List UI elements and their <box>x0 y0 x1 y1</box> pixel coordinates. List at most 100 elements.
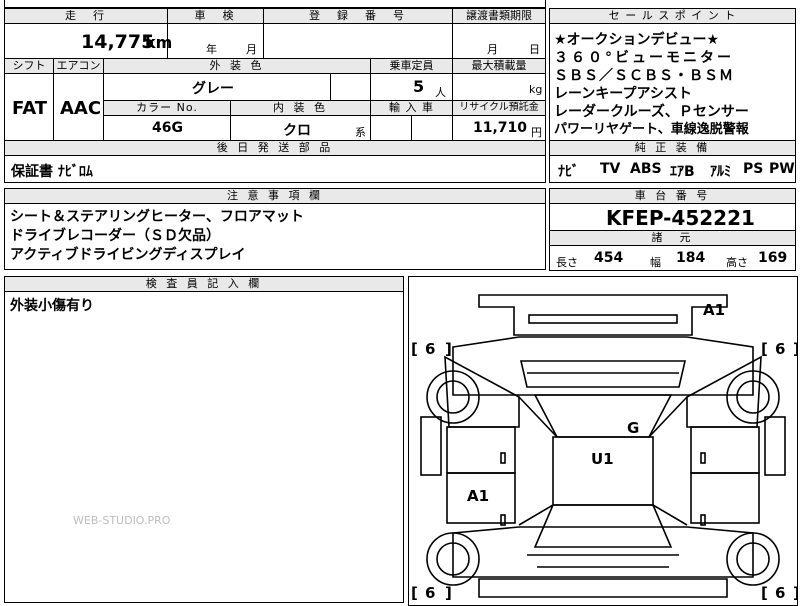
sales-point-item: ★オークションデビュー★ <box>554 32 720 48</box>
svg-text:]: ] <box>793 340 797 358</box>
top-strip <box>4 0 546 8</box>
equipment-navi: ﾅﾋﾞ <box>558 164 579 180</box>
interior-color-header: 内 装 色 <box>230 100 371 116</box>
color-no-cell: 46G <box>103 115 231 141</box>
exterior-color-header: 外 装 色 <box>103 58 371 74</box>
length-value: 454 <box>594 250 624 266</box>
interior-color-cell: クロ 系 <box>230 115 371 141</box>
equipment-alloy: ｱﾙﾐ <box>710 164 731 180</box>
svg-text:[: [ <box>411 340 418 358</box>
parts-cell: 保証書 ﾅﾋﾞﾛﾑ <box>4 155 546 183</box>
capacity-value: 5 <box>413 77 425 96</box>
transfer-day: 日 <box>529 43 540 56</box>
recycle-cell: 11,710 円 <box>452 115 546 141</box>
sales-point-item: ＳＢＳ／ＳＣＢＳ・ＢＳＭ <box>554 68 734 84</box>
notes-list: シート＆ステアリングヒーター、フロアマット ドライブレコーダー（ＳＤ欠品） アク… <box>10 208 304 265</box>
recycle-unit: 円 <box>531 126 542 139</box>
recycle-value: 11,710 <box>473 120 528 136</box>
sales-points-header: セ ー ル ス ポ イ ン ト <box>549 8 796 24</box>
transfer-deadline-cell: 月 日 <box>452 23 546 59</box>
damage-mark-rear-right: A1 <box>703 301 725 319</box>
capacity-cell: 5 人 <box>370 73 453 101</box>
sales-point-item: レーンキープアシスト <box>554 86 692 102</box>
inspector-header: 検 査 員 記 入 欄 <box>4 276 404 292</box>
svg-text:]: ] <box>793 584 797 602</box>
svg-text:[: [ <box>761 584 768 602</box>
svg-text:[: [ <box>761 340 768 358</box>
width-value: 184 <box>676 250 706 266</box>
registration-header: 登 録 番 号 <box>263 8 453 24</box>
aircon-cell: AAC <box>53 73 104 141</box>
sales-points-cell: ★オークションデビュー★ ３６０°ビューモニター ＳＢＳ／ＳＣＢＳ・ＢＳＭ レー… <box>549 23 796 141</box>
inspection-header: 車 検 <box>167 8 264 24</box>
tire-label-front-right: 6 <box>775 584 785 602</box>
equipment-abs: ABS <box>630 161 662 177</box>
sales-point-item: パワーリヤゲート、車線逸脱警報 <box>554 122 749 137</box>
factory-equipment-cell: ﾅﾋﾞ TV ABS ｴｱB ｱﾙﾐ PS PW <box>549 155 796 183</box>
sales-points-list: ★オークションデビュー★ ３６０°ビューモニター ＳＢＳ／ＳＣＢＳ・ＢＳＭ レー… <box>554 31 749 139</box>
inspection-year: 年 <box>206 43 217 56</box>
import-cell-a <box>370 115 412 141</box>
color-no-header: カラー No. <box>103 100 231 116</box>
interior-color-value: クロ <box>283 123 311 139</box>
note-line: シート＆ステアリングヒーター、フロアマット <box>10 209 304 225</box>
max-load-unit: kg <box>529 83 543 96</box>
chassis-cell: KFEP-452221 <box>549 203 796 231</box>
vehicle-diagram: [ 6 ] [ 6 ] [ 6 ] [ 6 ] A1 G U1 A1 <box>411 294 797 602</box>
shift-header: シフト <box>4 58 54 74</box>
import-header: 輸 入 車 <box>370 100 453 116</box>
parts-value: 保証書 ﾅﾋﾞﾛﾑ <box>11 164 93 180</box>
equipment-airbag: ｴｱB <box>670 164 695 180</box>
tire-label-rear-right: 6 <box>775 340 785 358</box>
tire-label-rear-left: 6 <box>425 340 435 358</box>
notes-header: 注 意 事 項 欄 <box>4 188 546 204</box>
specs-cell: 長さ 454 幅 184 高さ 169 <box>549 245 796 271</box>
specs-header: 諸 元 <box>549 230 796 246</box>
note-line: ドライブレコーダー（ＳＤ欠品） <box>10 228 220 244</box>
note-line: アクティブドライビングディスプレイ <box>10 247 246 263</box>
inspector-comment: 外装小傷有り <box>10 298 94 314</box>
shift-cell: FAT <box>4 73 54 141</box>
svg-text:]: ] <box>445 340 452 358</box>
aircon-header: エアコン <box>53 58 104 74</box>
recycle-header: リサイクル預託金 <box>452 100 546 116</box>
chassis-header: 車 台 番 号 <box>549 188 796 204</box>
damage-mark-windshield: G <box>627 419 639 437</box>
sales-point-item: ３６０°ビューモニター <box>554 50 734 66</box>
exterior-color-value: グレー <box>192 81 234 97</box>
equipment-pw: PW <box>769 161 795 177</box>
svg-text:[: [ <box>411 584 418 602</box>
vehicle-diagram-frame: [ 6 ] [ 6 ] [ 6 ] [ 6 ] A1 G U1 A1 <box>408 276 798 606</box>
width-label: 幅 <box>650 256 661 269</box>
damage-mark-left-side: A1 <box>467 487 489 505</box>
sales-point-item: レーダークルーズ、Ｐセンサー <box>554 104 749 120</box>
inspection-month: 月 <box>246 43 257 56</box>
notes-cell: シート＆ステアリングヒーター、フロアマット ドライブレコーダー（ＳＤ欠品） アク… <box>4 203 546 270</box>
shift-value: FAT <box>12 98 48 119</box>
import-cell-b <box>411 115 453 141</box>
chassis-value: KFEP-452221 <box>606 206 755 230</box>
transfer-deadline-header: 譲渡書類期限 <box>452 8 546 24</box>
capacity-header: 乗車定員 <box>370 58 453 74</box>
length-label: 長さ <box>556 256 578 269</box>
color-no-value: 46G <box>152 120 183 136</box>
svg-text:]: ] <box>445 584 452 602</box>
factory-equipment-header: 純 正 装 備 <box>549 140 796 156</box>
max-load-cell: kg <box>452 73 546 101</box>
exterior-color-extra <box>330 73 371 101</box>
parts-header: 後 日 発 送 部 品 <box>4 140 546 156</box>
transfer-month: 月 <box>487 43 498 56</box>
mileage-header: 走 行 <box>4 8 168 24</box>
mileage-cell: 14,775 km <box>4 23 172 59</box>
exterior-color-cell: グレー <box>103 73 331 101</box>
interior-suffix: 系 <box>355 126 366 139</box>
mileage-value: 14,775 <box>81 31 155 53</box>
capacity-unit: 人 <box>435 86 446 99</box>
damage-mark-roof: U1 <box>591 450 614 468</box>
height-label: 高さ <box>726 256 748 269</box>
tire-label-front-left: 6 <box>425 584 435 602</box>
inspection-cell: 年 月 <box>167 23 264 59</box>
height-value: 169 <box>758 250 788 266</box>
equipment-tv: TV <box>600 161 621 177</box>
watermark: WEB-STUDIO.PRO <box>73 514 171 527</box>
